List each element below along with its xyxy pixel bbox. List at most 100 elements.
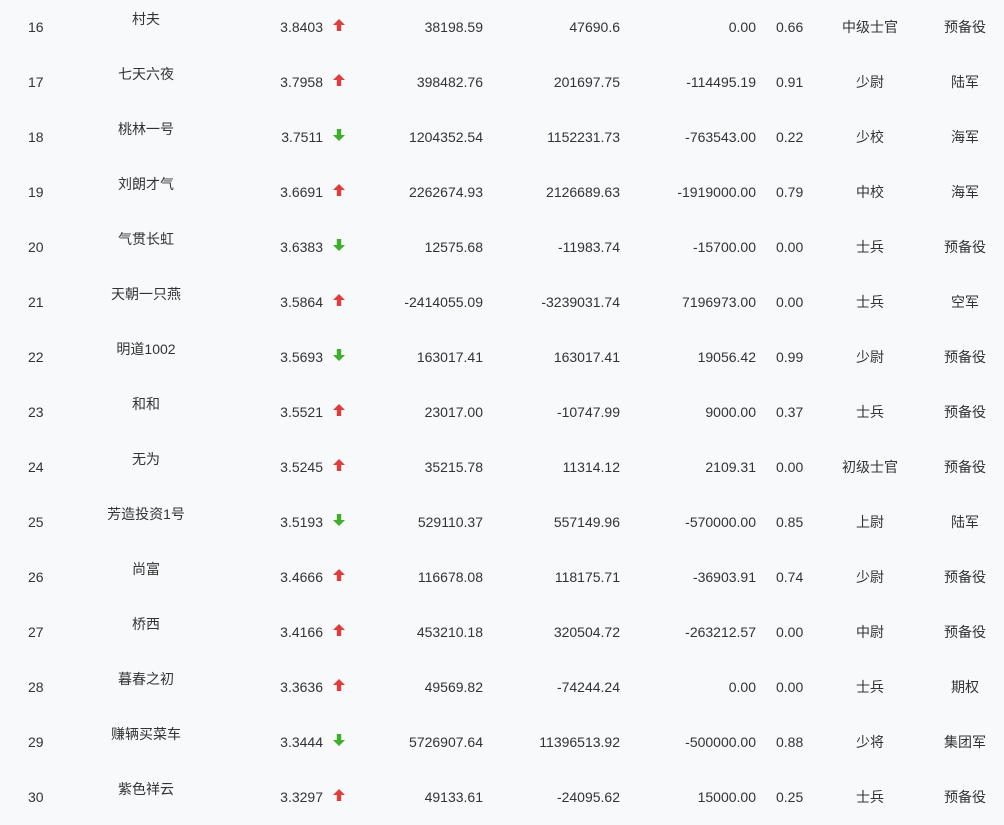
- military-rank: 少校: [856, 129, 884, 145]
- value-2: 163017.41: [553, 349, 620, 365]
- user-name-link[interactable]: 尚富: [132, 561, 160, 577]
- index-value: 3.6691: [280, 184, 323, 200]
- rank-cell: 16: [28, 19, 44, 35]
- table-row: 20 气贯长虹 3.6383 12575.68 -11983.74 -15700.00 0.…: [0, 220, 1004, 275]
- value-3: -36903.91: [692, 569, 756, 585]
- army-type: 预备役: [944, 569, 986, 585]
- table-row: 18 桃林一号 3.7511 1204352.54 1152231.73 -763543.…: [0, 110, 1004, 165]
- table-row: 27 桥西 3.4166 453210.18 320504.72 -263212.57 0.…: [0, 605, 1004, 660]
- army-type: 空军: [951, 294, 979, 310]
- rank-cell: 28: [28, 679, 44, 695]
- arrow-up-icon: [332, 787, 346, 803]
- user-name-link[interactable]: 紫色祥云: [118, 781, 174, 797]
- arrow-up-icon: [332, 567, 346, 583]
- military-rank: 士兵: [856, 239, 884, 255]
- army-type: 期权: [951, 679, 979, 695]
- value-1: 453210.18: [416, 624, 483, 640]
- value-3: 9000.00: [705, 404, 756, 420]
- user-name-link[interactable]: 村夫: [132, 11, 160, 27]
- user-name-link[interactable]: 无为: [132, 451, 160, 467]
- army-type: 预备役: [944, 19, 986, 35]
- arrow-down-icon: [332, 127, 346, 143]
- user-name-link[interactable]: 天朝一只燕: [111, 286, 181, 302]
- index-value: 3.3297: [280, 789, 323, 805]
- user-name-link[interactable]: 暮春之初: [118, 671, 174, 687]
- ratio-value: 0.88: [776, 734, 804, 750]
- index-value: 3.5693: [280, 349, 323, 365]
- table-row: 16 村夫 3.8403 38198.59 47690.6 0.00 0.66 中级士官 预备役: [0, 0, 1004, 55]
- ratio-value: 0.85: [776, 514, 804, 530]
- value-1: 49133.61: [424, 789, 483, 805]
- user-name-link[interactable]: 桃林一号: [118, 121, 174, 137]
- user-name-link[interactable]: 和和: [132, 396, 160, 412]
- army-type: 预备役: [944, 789, 986, 805]
- military-rank: 士兵: [856, 789, 884, 805]
- user-name-link[interactable]: 气贯长虹: [118, 231, 174, 247]
- ratio-value: 0.00: [776, 459, 804, 475]
- army-type: 陆军: [951, 514, 979, 530]
- value-3: -15700.00: [692, 239, 756, 255]
- arrow-down-icon: [332, 347, 346, 363]
- rank-cell: 25: [28, 514, 44, 530]
- value-1: 116678.08: [417, 569, 483, 585]
- value-2: -3239031.74: [541, 294, 620, 310]
- value-3: -263212.57: [685, 624, 756, 640]
- army-type: 海军: [951, 184, 979, 200]
- rank-cell: 17: [28, 74, 44, 90]
- military-rank: 上尉: [856, 514, 884, 530]
- value-2: -11983.74: [557, 239, 620, 255]
- value-1: 1204352.54: [409, 129, 483, 145]
- user-name-link[interactable]: 七天六夜: [118, 66, 174, 82]
- military-rank: 少将: [856, 734, 884, 750]
- user-name-link[interactable]: 芳造投资1号: [107, 506, 185, 522]
- value-3: 19056.42: [697, 349, 756, 365]
- value-3: 7196973.00: [682, 294, 756, 310]
- value-1: 49569.82: [424, 679, 483, 695]
- rank-cell: 29: [28, 734, 44, 750]
- rank-cell: 27: [28, 624, 44, 640]
- value-2: 2126689.63: [546, 184, 620, 200]
- table-row: 17 七天六夜 3.7958 398482.76 201697.75 -114495.19…: [0, 55, 1004, 110]
- army-type: 预备役: [944, 459, 986, 475]
- rank-cell: 20: [28, 239, 44, 255]
- military-rank: 初级士官: [842, 459, 898, 475]
- index-value: 3.5521: [280, 404, 323, 420]
- rank-cell: 23: [28, 404, 44, 420]
- value-2: 320504.72: [553, 624, 620, 640]
- value-1: 38198.59: [424, 19, 483, 35]
- ratio-value: 0.22: [776, 129, 804, 145]
- value-2: -24095.62: [556, 789, 620, 805]
- ratio-value: 0.00: [776, 294, 804, 310]
- index-value: 3.7511: [281, 129, 323, 145]
- user-name-link[interactable]: 刘朗才气: [118, 176, 174, 192]
- army-type: 预备役: [944, 349, 986, 365]
- arrow-down-icon: [332, 237, 346, 253]
- military-rank: 士兵: [856, 404, 884, 420]
- military-rank: 中尉: [856, 624, 884, 640]
- index-value: 3.5864: [280, 294, 323, 310]
- arrow-up-icon: [332, 622, 346, 638]
- army-type: 陆军: [951, 74, 979, 90]
- table-row: 30 紫色祥云 3.3297 49133.61 -24095.62 15000.00 0.2…: [0, 770, 1004, 825]
- army-type: 集团军: [944, 734, 986, 750]
- rank-cell: 22: [28, 349, 44, 365]
- ratio-value: 0.00: [776, 239, 804, 255]
- military-rank: 中校: [856, 184, 884, 200]
- arrow-up-icon: [332, 457, 346, 473]
- ratio-value: 0.74: [776, 569, 804, 585]
- user-name-link[interactable]: 赚辆买菜车: [111, 726, 181, 742]
- value-3: 2109.31: [705, 459, 756, 475]
- value-1: 5726907.64: [409, 734, 483, 750]
- ranking-table: 16 村夫 3.8403 38198.59 47690.6 0.00 0.66 中级士官 预备役…: [0, 0, 1004, 825]
- user-name-link[interactable]: 明道1002: [116, 341, 175, 357]
- arrow-up-icon: [332, 17, 346, 33]
- military-rank: 中级士官: [842, 19, 898, 35]
- ratio-value: 0.66: [776, 19, 804, 35]
- rank-cell: 19: [28, 184, 44, 200]
- value-1: 529110.37: [417, 514, 483, 530]
- military-rank: 少尉: [856, 74, 884, 90]
- value-2: 11396513.92: [539, 734, 620, 750]
- value-2: 11314.12: [562, 459, 620, 475]
- user-name-link[interactable]: 桥西: [132, 616, 160, 632]
- military-rank: 少尉: [856, 569, 884, 585]
